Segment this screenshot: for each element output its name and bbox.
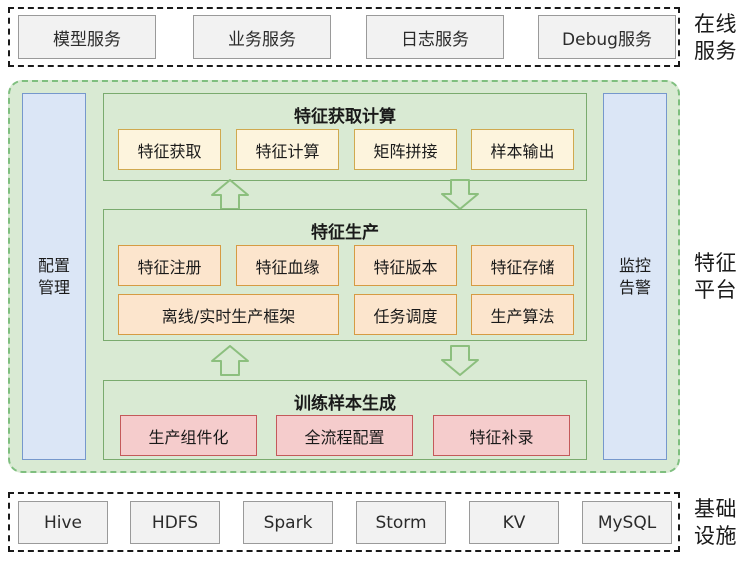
item-feature-version[interactable]: 特征版本	[354, 245, 457, 286]
pillar-config-management-label: 配置 管理	[37, 255, 70, 297]
group-feature-production-title: 特征生产	[311, 223, 379, 243]
infra-box-hdfs-label: HDFS	[151, 512, 199, 533]
item-feature-fetch-label: 特征获取	[137, 141, 202, 161]
group-training-sample-generation-title: 训练样本生成	[294, 394, 396, 414]
item-production-algorithm-label: 生产算法	[490, 306, 555, 326]
infra-box-hdfs[interactable]: HDFS	[130, 501, 220, 544]
pillar-monitoring-alerting-label: 监控 告警	[618, 255, 651, 297]
infrastructure-layer	[8, 492, 680, 552]
service-box-debug-label: Debug服务	[562, 29, 652, 50]
service-box-business[interactable]: 业务服务	[193, 15, 331, 59]
item-feature-version-label: 特征版本	[373, 257, 438, 277]
item-feature-storage-label: 特征存储	[490, 257, 555, 277]
diagram-canvas: 模型服务 业务服务 日志服务 Debug服务 在线 服务 配置 管理 监控 告警…	[0, 0, 750, 561]
pillar-monitoring-alerting[interactable]: 监控 告警	[603, 93, 667, 460]
service-box-debug[interactable]: Debug服务	[538, 15, 676, 59]
service-box-log-label: 日志服务	[401, 29, 469, 50]
service-box-business-label: 业务服务	[228, 29, 296, 50]
item-feature-lineage[interactable]: 特征血缘	[236, 245, 339, 286]
item-matrix-concat-label: 矩阵拼接	[373, 141, 438, 161]
infra-box-kv[interactable]: KV	[469, 501, 559, 544]
layer-caption-online: 在线 服务	[694, 12, 737, 63]
infra-box-mysql-label: MySQL	[597, 512, 657, 533]
item-feature-compute-label: 特征计算	[255, 141, 320, 161]
item-feature-fetch[interactable]: 特征获取	[118, 129, 221, 170]
service-box-model-label: 模型服务	[53, 29, 121, 50]
item-offline-realtime-framework-label: 离线/实时生产框架	[161, 306, 296, 326]
infra-box-storm-label: Storm	[375, 512, 427, 533]
item-offline-realtime-framework[interactable]: 离线/实时生产框架	[118, 294, 339, 335]
infra-box-kv-label: KV	[502, 512, 526, 533]
item-task-scheduling-label: 任务调度	[373, 306, 438, 326]
item-production-componentization-label: 生产组件化	[148, 427, 229, 447]
item-production-componentization[interactable]: 生产组件化	[120, 415, 257, 456]
item-feature-compute[interactable]: 特征计算	[236, 129, 339, 170]
item-feature-backfill[interactable]: 特征补录	[433, 415, 570, 456]
item-full-process-config[interactable]: 全流程配置	[276, 415, 413, 456]
item-feature-register[interactable]: 特征注册	[118, 245, 221, 286]
item-sample-output-label: 样本输出	[490, 141, 555, 161]
item-task-scheduling[interactable]: 任务调度	[354, 294, 457, 335]
item-production-algorithm[interactable]: 生产算法	[471, 294, 574, 335]
infra-box-storm[interactable]: Storm	[356, 501, 446, 544]
pillar-config-management[interactable]: 配置 管理	[22, 93, 86, 460]
arrow-up-production-to-serving	[211, 179, 249, 210]
infra-box-mysql[interactable]: MySQL	[582, 501, 672, 544]
service-box-log[interactable]: 日志服务	[366, 15, 504, 59]
item-feature-storage[interactable]: 特征存储	[471, 245, 574, 286]
infra-box-hive-label: Hive	[43, 512, 83, 533]
item-feature-register-label: 特征注册	[137, 257, 202, 277]
arrow-down-production-to-sample	[441, 345, 479, 376]
item-full-process-config-label: 全流程配置	[304, 427, 385, 447]
service-box-model[interactable]: 模型服务	[18, 15, 156, 59]
infra-box-spark[interactable]: Spark	[243, 501, 333, 544]
infra-box-spark-label: Spark	[263, 512, 313, 533]
infra-box-hive[interactable]: Hive	[18, 501, 108, 544]
arrow-down-serving-to-production	[441, 179, 479, 210]
item-matrix-concat[interactable]: 矩阵拼接	[354, 129, 457, 170]
item-feature-lineage-label: 特征血缘	[255, 257, 320, 277]
item-sample-output[interactable]: 样本输出	[471, 129, 574, 170]
item-feature-backfill-label: 特征补录	[469, 427, 534, 447]
arrow-up-sample-to-production	[211, 345, 249, 376]
group-feature-serving-title: 特征获取计算	[294, 107, 396, 127]
layer-caption-platform: 特征 平台	[694, 251, 737, 302]
layer-caption-infrastructure: 基础 设施	[694, 497, 737, 548]
